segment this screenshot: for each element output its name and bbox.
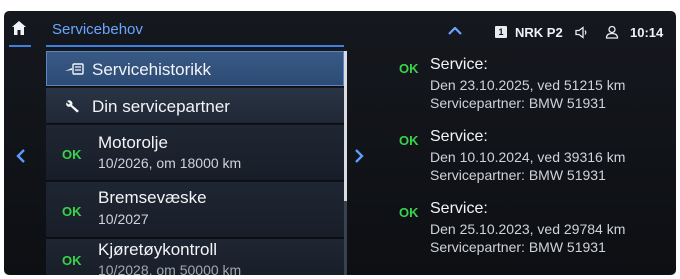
page-title: Servicebehov [52,21,143,38]
history-date: Den 25.10.2023, ved 29784 km [430,221,626,237]
history-date: Den 10.10.2024, ved 39316 km [430,149,626,165]
wrench-icon [66,100,79,113]
scrollbar-thumb[interactable] [344,51,347,201]
radio-station[interactable]: NRK P2 [515,25,563,40]
service-row-oil[interactable]: OK Motorolje 10/2026, om 18000 km [46,125,344,181]
user-icon[interactable] [605,25,619,39]
home-icon[interactable] [11,20,27,36]
radio-preset-badge: 1 [495,26,507,38]
status-badge: OK [399,133,419,148]
title-underline [46,45,344,47]
status-badge: OK [399,61,419,76]
history-entry: OK Service: Den 25.10.2023, ved 29784 km… [384,195,674,267]
status-badge: OK [399,205,419,220]
menu-item-service-history[interactable]: Servicehistorikk [46,51,344,87]
service-row-vehicle-check[interactable]: OK Kjøretøykontroll 10/2028, om 50000 km [46,239,344,275]
history-entry: OK Service: Den 10.10.2024, ved 39316 km… [384,123,674,195]
menu-item-label: Servicehistorikk [92,60,212,79]
service-detail: 10/2028, om 50000 km [98,262,242,275]
service-row-brake-fluid[interactable]: OK Bremsevæske 10/2027 [46,182,344,238]
status-badge: OK [62,253,82,268]
history-partner: Servicepartner: BMW 51931 [430,95,606,111]
chevron-left-icon[interactable] [16,149,26,163]
service-menu: Servicehistorikk Din servicepartner OK M… [46,51,344,275]
clock: 10:14 [630,25,664,40]
service-detail: 10/2026, om 18000 km [98,155,242,171]
status-badge: OK [62,204,82,219]
service-title: Motorolje [98,133,168,152]
idrive-screen: Servicebehov 1 NRK P2 10:14 Servicehisto… [4,11,676,275]
home-tab-indicator [9,45,31,47]
menu-item-service-partner[interactable]: Din servicepartner [46,88,344,124]
history-entry: OK Service: Den 23.10.2025, ved 51215 km… [384,51,674,123]
chevron-right-icon[interactable] [354,149,364,163]
history-title: Service: [430,56,488,73]
history-title: Service: [430,200,488,217]
top-bar: Servicebehov 1 NRK P2 10:14 [4,11,676,47]
chevron-up-icon[interactable] [448,27,462,35]
menu-item-label: Din servicepartner [92,97,230,116]
history-title: Service: [430,128,488,145]
service-detail: 10/2027 [98,211,149,227]
service-history-panel: OK Service: Den 23.10.2025, ved 51215 km… [384,51,674,275]
history-partner: Servicepartner: BMW 51931 [430,167,606,183]
status-badge: OK [62,147,82,162]
service-history-icon [65,63,84,75]
service-title: Kjøretøykontroll [98,240,218,259]
speaker-icon [575,26,587,39]
service-title: Bremsevæske [98,188,207,207]
history-partner: Servicepartner: BMW 51931 [430,239,606,255]
history-date: Den 23.10.2025, ved 51215 km [430,77,626,93]
